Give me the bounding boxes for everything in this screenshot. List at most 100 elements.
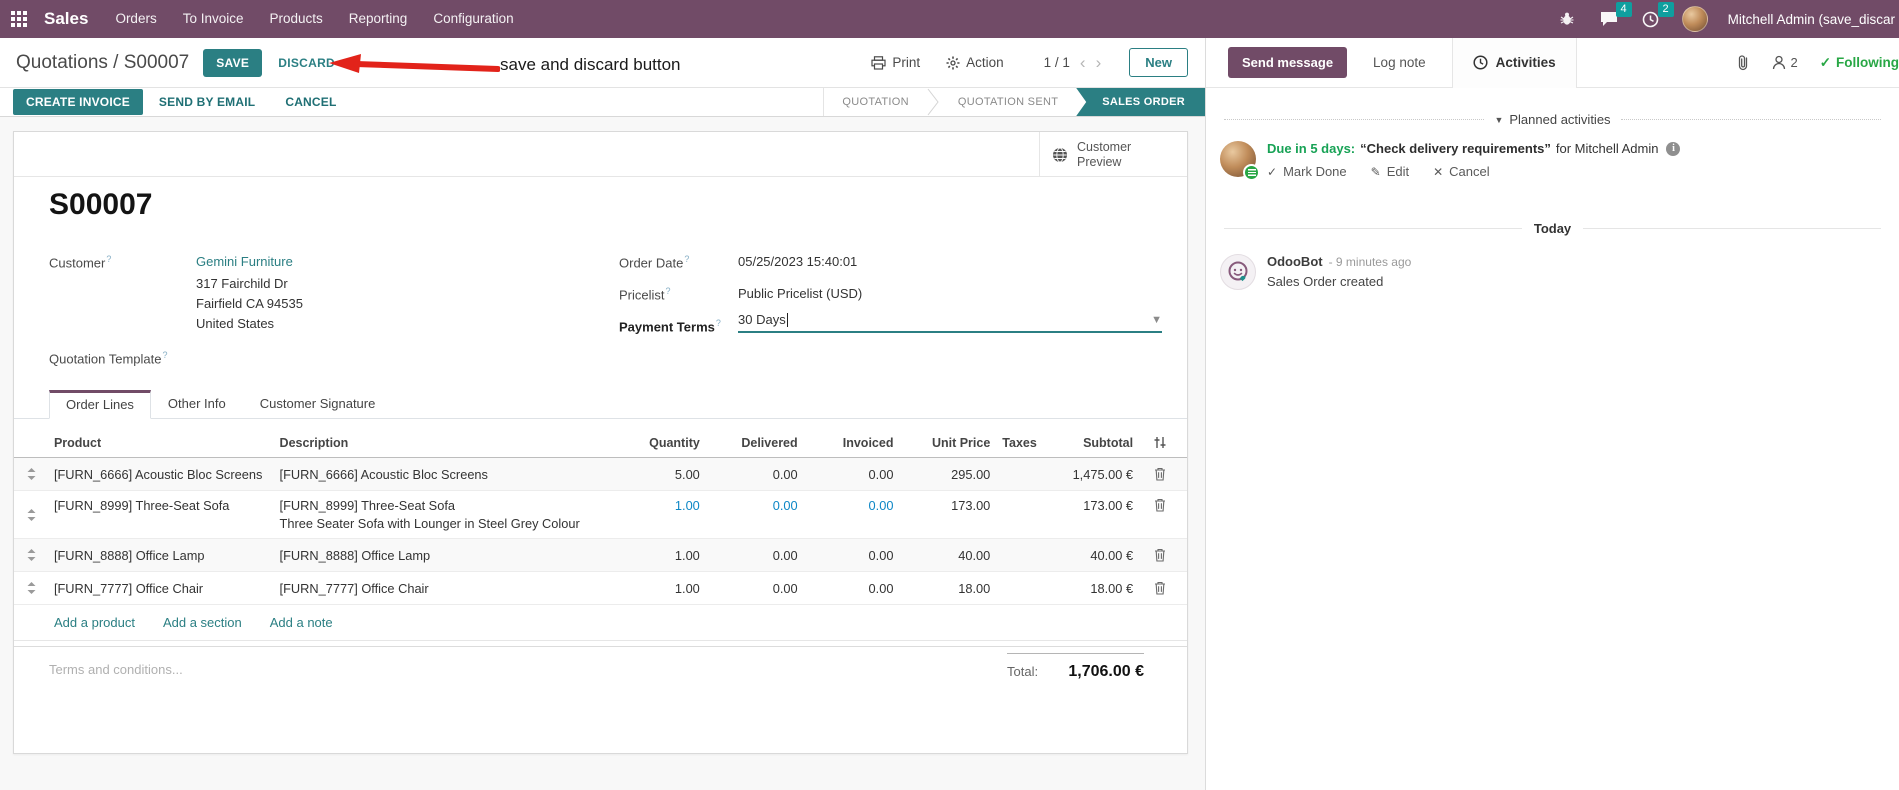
customer-preview-label: Customer Preview (1077, 139, 1132, 169)
user-avatar[interactable] (1681, 6, 1708, 32)
cell-description: [FURN_7777] Office Chair (279, 580, 429, 596)
optional-columns-icon[interactable] (1133, 436, 1187, 449)
edit-label: Edit (1386, 164, 1410, 179)
drag-handle-icon[interactable] (14, 468, 50, 480)
payment-terms-input[interactable]: 30 Days ▼ (738, 312, 1162, 333)
following-label: Following (1836, 55, 1899, 70)
cancel-activity-button[interactable]: ✕ Cancel (1433, 164, 1490, 179)
order-line-row[interactable]: [FURN_7777] Office Chair [FURN_7777] Off… (14, 572, 1187, 605)
activity-title: “Check delivery requirements” (1360, 141, 1551, 156)
new-button[interactable]: New (1129, 48, 1188, 77)
log-note-button[interactable]: Log note (1373, 55, 1426, 70)
tab-order-lines[interactable]: Order Lines (49, 390, 151, 419)
send-by-email-button[interactable]: SEND BY EMAIL (145, 89, 269, 115)
help-marker: ? (684, 254, 690, 264)
debug-bug-icon[interactable] (1556, 8, 1578, 30)
discard-button[interactable]: DISCARD (278, 56, 335, 70)
mark-done-label: Mark Done (1283, 164, 1347, 179)
info-icon[interactable]: i (1666, 141, 1681, 156)
menu-to-invoice[interactable]: To Invoice (170, 0, 257, 38)
print-label: Print (892, 55, 921, 70)
cell-delivered: 0.00 (772, 466, 798, 482)
trash-icon[interactable] (1133, 491, 1187, 519)
add-a-note-link[interactable]: Add a note (270, 615, 333, 630)
dropdown-caret-icon[interactable]: ▼ (1151, 314, 1162, 326)
menu-reporting[interactable]: Reporting (336, 0, 421, 38)
order-date-value[interactable]: 05/25/2023 15:40:01 (738, 254, 857, 269)
cell-subtotal: 173.00 € (1083, 498, 1134, 513)
customer-preview-button[interactable]: Customer Preview (1039, 132, 1187, 177)
customer-link[interactable]: Gemini Furniture (196, 254, 293, 269)
printer-icon (871, 55, 886, 70)
order-reference: S00007 (49, 188, 153, 221)
planned-activities-label: Planned activities (1509, 112, 1611, 127)
pager-next-icon[interactable]: › (1096, 54, 1102, 71)
pricelist-value[interactable]: Public Pricelist (USD) (738, 286, 862, 301)
action-label: Action (966, 55, 1004, 70)
chatter-panel: Send message Log note Activities 2 ✓ Fol… (1205, 38, 1899, 790)
followers-button[interactable]: 2 (1772, 55, 1798, 70)
order-date-label: Order Date? (619, 254, 690, 271)
customer-label: Customer? (49, 254, 112, 271)
help-marker: ? (665, 286, 671, 296)
breadcrumb[interactable]: Quotations / S00007 (0, 52, 189, 74)
paperclip-icon[interactable] (1736, 54, 1750, 71)
header-description: Description (279, 435, 349, 450)
pager-prev-icon[interactable]: ‹ (1080, 54, 1086, 71)
activities-clock-icon[interactable]: 2 (1640, 2, 1674, 30)
tab-customer-signature[interactable]: Customer Signature (243, 389, 393, 418)
cell-delivered: 0.00 (772, 547, 798, 563)
today-label: Today (1533, 221, 1572, 236)
activities-button[interactable]: Activities (1451, 38, 1577, 88)
menu-products[interactable]: Products (257, 0, 336, 38)
messages-icon[interactable]: 4 (1598, 2, 1632, 30)
header-quantity: Quantity (649, 435, 700, 450)
drag-handle-icon[interactable] (14, 582, 50, 594)
edit-activity-button[interactable]: ✎ Edit (1371, 164, 1409, 179)
text-caret (786, 312, 788, 327)
print-button[interactable]: Print (871, 55, 920, 70)
cell-quantity: 5.00 (674, 466, 700, 482)
message-timestamp: - 9 minutes ago (1328, 255, 1412, 269)
followers-count: 2 (1790, 55, 1798, 70)
add-a-product-link[interactable]: Add a product (54, 615, 135, 630)
order-line-row[interactable]: [FURN_6666] Acoustic Bloc Screens [FURN_… (14, 458, 1187, 491)
cancel-button[interactable]: CANCEL (271, 89, 350, 115)
cell-description-line2: Three Seater Sofa with Lounger in Steel … (279, 516, 580, 531)
send-message-button[interactable]: Send message (1228, 47, 1348, 78)
step-sales-order[interactable]: SALES ORDER (1076, 88, 1205, 116)
tab-other-info[interactable]: Other Info (151, 389, 243, 418)
total-row: Total: 1,706.00 € (1007, 663, 1144, 681)
planned-activities-toggle[interactable]: ▼ Planned activities (1484, 112, 1620, 127)
customer-address-line3: United States (196, 316, 275, 331)
apps-menu-icon[interactable] (0, 0, 38, 38)
save-button[interactable]: SAVE (203, 48, 263, 77)
user-name[interactable]: Mitchell Admin (save_discar (1728, 12, 1895, 27)
cell-product: [FURN_7777] Office Chair (53, 580, 204, 596)
terms-and-conditions-input[interactable]: Terms and conditions... (49, 662, 183, 677)
app-name[interactable]: Sales (38, 9, 102, 29)
drag-handle-icon[interactable] (14, 549, 50, 561)
trash-icon[interactable] (1133, 467, 1187, 481)
step-quotation-sent[interactable]: QUOTATION SENT (940, 88, 1076, 116)
total-divider (1007, 653, 1144, 654)
help-marker: ? (106, 254, 112, 264)
trash-icon[interactable] (1133, 581, 1187, 595)
following-button[interactable]: ✓ Following (1820, 55, 1899, 71)
cell-quantity: 1.00 (674, 580, 700, 596)
action-button[interactable]: Action (946, 55, 1004, 70)
create-invoice-button[interactable]: CREATE INVOICE (13, 89, 143, 115)
trash-icon[interactable] (1133, 548, 1187, 562)
menu-configuration[interactable]: Configuration (420, 0, 526, 38)
customer-address-line2: Fairfield CA 94535 (196, 296, 303, 311)
header-unit-price: Unit Price (931, 435, 991, 450)
activity-state-badge (1243, 164, 1260, 181)
step-quotation[interactable]: QUOTATION (824, 88, 926, 116)
menu-orders[interactable]: Orders (102, 0, 169, 38)
mark-done-button[interactable]: ✓ Mark Done (1267, 164, 1347, 179)
add-a-section-link[interactable]: Add a section (163, 615, 242, 630)
order-line-row[interactable]: [FURN_8999] Three-Seat Sofa [FURN_8999] … (14, 491, 1187, 539)
order-line-row[interactable]: [FURN_8888] Office Lamp [FURN_8888] Offi… (14, 539, 1187, 572)
table-footer-links: Add a product Add a section Add a note (14, 605, 1187, 641)
drag-handle-icon[interactable] (14, 508, 50, 521)
